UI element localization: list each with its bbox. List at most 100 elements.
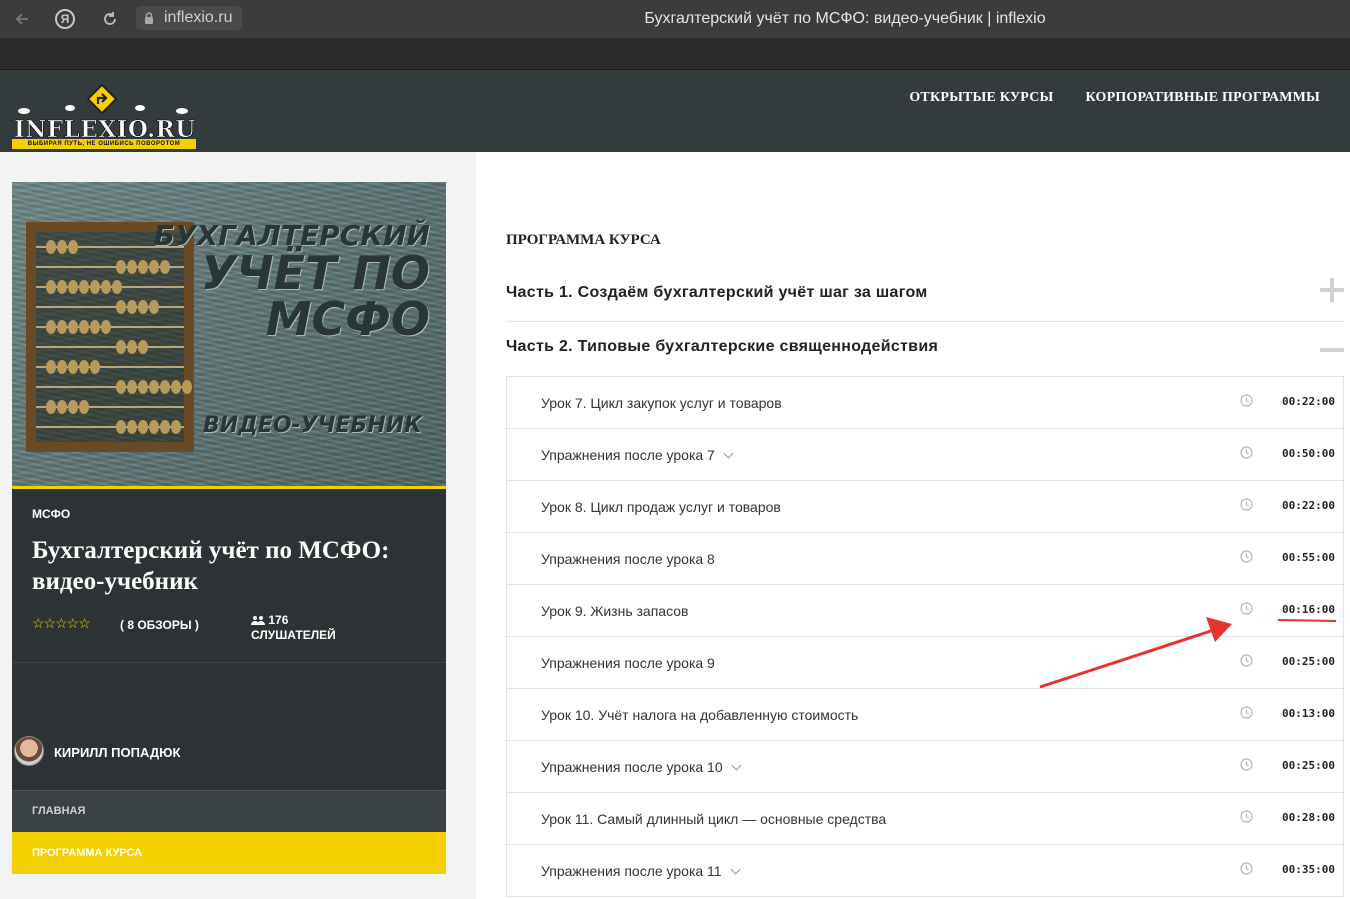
lesson-title-text: Урок 10. Учёт налога на добавленную стои… — [541, 707, 859, 723]
instructor-name[interactable]: КИРИЛЛ ПОПАДЮК — [54, 745, 180, 760]
abacus-bead — [127, 260, 137, 274]
course-title: Бухгалтерский учёт по МСФО: видео-учебни… — [32, 537, 390, 596]
clock-icon — [1240, 862, 1253, 875]
abacus-bead — [68, 240, 78, 254]
chevron-down-icon[interactable] — [730, 864, 741, 875]
cover-subtitle: ВИДЕО-УЧЕБНИК — [203, 413, 422, 438]
lesson-title-text: Упражнения после урока 7 — [541, 447, 715, 463]
lesson-title[interactable]: Упражнения после урока 9 — [541, 655, 715, 671]
top-strip — [0, 38, 1350, 70]
yandex-button[interactable]: Я — [51, 5, 79, 33]
abacus-bead — [138, 340, 148, 354]
curriculum-title: ПРОГРАММА КУРСА — [506, 232, 661, 248]
nav-corporate-programs[interactable]: КОРПОРАТИВНЫЕ ПРОГРАММЫ — [1085, 90, 1320, 106]
lesson-title-text: Урок 11. Самый длинный цикл — основные с… — [541, 811, 887, 827]
chevron-down-icon[interactable] — [723, 448, 734, 459]
abacus-bead — [46, 320, 56, 334]
listeners-label: СЛУШАТЕЛЕЙ — [251, 628, 336, 642]
abacus-bead — [138, 260, 148, 274]
instructor-block: КИРИЛЛ ПОПАДЮК — [12, 662, 446, 790]
lesson-duration: 00:16:00 — [1282, 603, 1335, 616]
abacus-bead — [127, 380, 137, 394]
lesson-list: Урок 7. Цикл закупок услуг и товаров 00:2… — [506, 376, 1344, 897]
lesson-row[interactable]: Урок 8. Цикл продаж услуг и товаров 00:22… — [507, 481, 1343, 533]
abacus-bead — [171, 420, 181, 434]
lesson-duration: 00:28:00 — [1282, 811, 1335, 824]
abacus-bead — [138, 420, 148, 434]
lesson-row[interactable]: Урок 9. Жизнь запасов 00:16:00 — [507, 585, 1343, 637]
course-menu-program[interactable]: ПРОГРАММА КУРСА — [12, 832, 446, 874]
lesson-title[interactable]: Упражнения после урока 11 — [541, 863, 741, 879]
lesson-title-text: Упражнения после урока 11 — [541, 863, 722, 879]
site-header: INFLEXIO.RU ВЫБИРАЯ ПУТЬ, НЕ ОШИБИСЬ ПОВ… — [0, 70, 1350, 152]
avatar[interactable] — [14, 736, 44, 766]
abacus-bead — [127, 420, 137, 434]
plus-icon[interactable] — [1320, 278, 1344, 302]
cover-title-line3: МСФО — [265, 292, 430, 346]
clock-icon — [1240, 758, 1253, 771]
lesson-title[interactable]: Урок 10. Учёт налога на добавленную стои… — [541, 707, 858, 723]
course-stats: ☆☆☆☆☆ ( 8 ОБЗОРЫ ) 176 СЛУШАТЕЛЕЙ — [32, 613, 432, 645]
lesson-title[interactable]: Упражнения после урока 10 — [541, 759, 742, 775]
abacus-bead — [112, 280, 122, 294]
clock-icon — [1240, 602, 1253, 615]
reviews-count[interactable]: ( 8 ОБЗОРЫ ) — [120, 618, 199, 632]
reload-icon[interactable] — [96, 5, 124, 33]
lesson-row[interactable]: Упражнения после урока 7 00:50:00 — [507, 429, 1343, 481]
clock-icon — [1240, 550, 1253, 563]
course-cover-image: БУХГАЛТЕРСКИЙ УЧЁТ ПО МСФО ВИДЕО-УЧЕБНИК — [12, 182, 446, 486]
lesson-row[interactable]: Урок 10. Учёт налога на добавленную стои… — [507, 689, 1343, 741]
course-menu-home[interactable]: ГЛАВНАЯ — [12, 790, 446, 832]
lesson-title-text: Урок 8. Цикл продаж услуг и товаров — [541, 499, 781, 515]
lesson-title-text: Упражнения после урока 8 — [541, 551, 715, 567]
course-category[interactable]: МСФО — [32, 507, 426, 521]
rating-stars-icon: ☆☆☆☆☆ — [32, 615, 91, 631]
abacus-bead — [116, 300, 126, 314]
abacus-bead — [101, 320, 111, 334]
lesson-row[interactable]: Урок 7. Цикл закупок услуг и товаров 00:2… — [507, 377, 1343, 429]
course-meta: МСФО Бухгалтерский учёт по МСФО: видео-у… — [12, 486, 446, 662]
nav-open-courses[interactable]: ОТКРЫТЫЕ КУРСЫ — [909, 90, 1053, 106]
abacus-bead — [127, 300, 137, 314]
abacus-bead — [116, 340, 126, 354]
listeners-count: 176 — [268, 613, 289, 627]
abacus-bead — [57, 320, 67, 334]
abacus-rod — [36, 420, 184, 434]
cover-title: БУХГАЛТЕРСКИЙ УЧЁТ ПО МСФО — [154, 222, 430, 346]
abacus-bead — [138, 380, 148, 394]
lesson-duration: 00:13:00 — [1282, 707, 1335, 720]
lesson-title[interactable]: Урок 11. Самый длинный цикл — основные с… — [541, 811, 886, 827]
lesson-row[interactable]: Упражнения после урока 9 00:25:00 — [507, 637, 1343, 689]
abacus-bead — [79, 400, 89, 414]
page-body: БУХГАЛТЕРСКИЙ УЧЁТ ПО МСФО ВИДЕО-УЧЕБНИК… — [0, 152, 1350, 899]
minus-icon[interactable] — [1320, 332, 1344, 356]
chevron-down-icon[interactable] — [731, 760, 742, 771]
abacus-bead — [149, 380, 159, 394]
abacus-rod — [36, 400, 184, 414]
address-bar[interactable]: inflexio.ru — [136, 6, 243, 30]
section-part-2[interactable]: Часть 2. Типовые бухгалтерские священнод… — [506, 322, 1344, 376]
lesson-title[interactable]: Упражнения после урока 7 — [541, 447, 734, 463]
section-part-1[interactable]: Часть 1. Создаём бухгалтерский учёт шаг … — [506, 268, 1344, 322]
lesson-row[interactable]: Урок 11. Самый длинный цикл — основные с… — [507, 793, 1343, 845]
back-arrow-icon[interactable] — [8, 5, 36, 33]
lesson-title-text: Урок 9. Жизнь запасов — [541, 603, 689, 619]
site-logo[interactable]: INFLEXIO.RU ВЫБИРАЯ ПУТЬ, НЕ ОШИБИСЬ ПОВ… — [12, 82, 198, 150]
lesson-title[interactable]: Упражнения после урока 8 — [541, 551, 715, 567]
clock-icon — [1240, 706, 1253, 719]
lesson-row[interactable]: Упражнения после урока 11 00:35:00 — [507, 845, 1343, 897]
lesson-title[interactable]: Урок 9. Жизнь запасов — [541, 603, 688, 619]
lesson-title[interactable]: Урок 7. Цикл закупок услуг и товаров — [541, 395, 782, 411]
lesson-duration: 00:22:00 — [1282, 395, 1335, 408]
abacus-bead — [90, 320, 100, 334]
abacus-bead — [68, 320, 78, 334]
abacus-bead — [46, 360, 56, 374]
browser-toolbar: Я inflexio.ru Бухгалтерский учёт по МСФО… — [0, 0, 1350, 38]
lesson-row[interactable]: Упражнения после урока 10 00:25:00 — [507, 741, 1343, 793]
lesson-row[interactable]: Упражнения после урока 8 00:55:00 — [507, 533, 1343, 585]
lesson-duration: 00:35:00 — [1282, 863, 1335, 876]
main-nav: ОТКРЫТЫЕ КУРСЫ КОРПОРАТИВНЫЕ ПРОГРАММЫ — [909, 90, 1320, 106]
lesson-title[interactable]: Урок 8. Цикл продаж услуг и товаров — [541, 499, 781, 515]
abacus-bead — [149, 420, 159, 434]
abacus-rod — [36, 340, 184, 354]
